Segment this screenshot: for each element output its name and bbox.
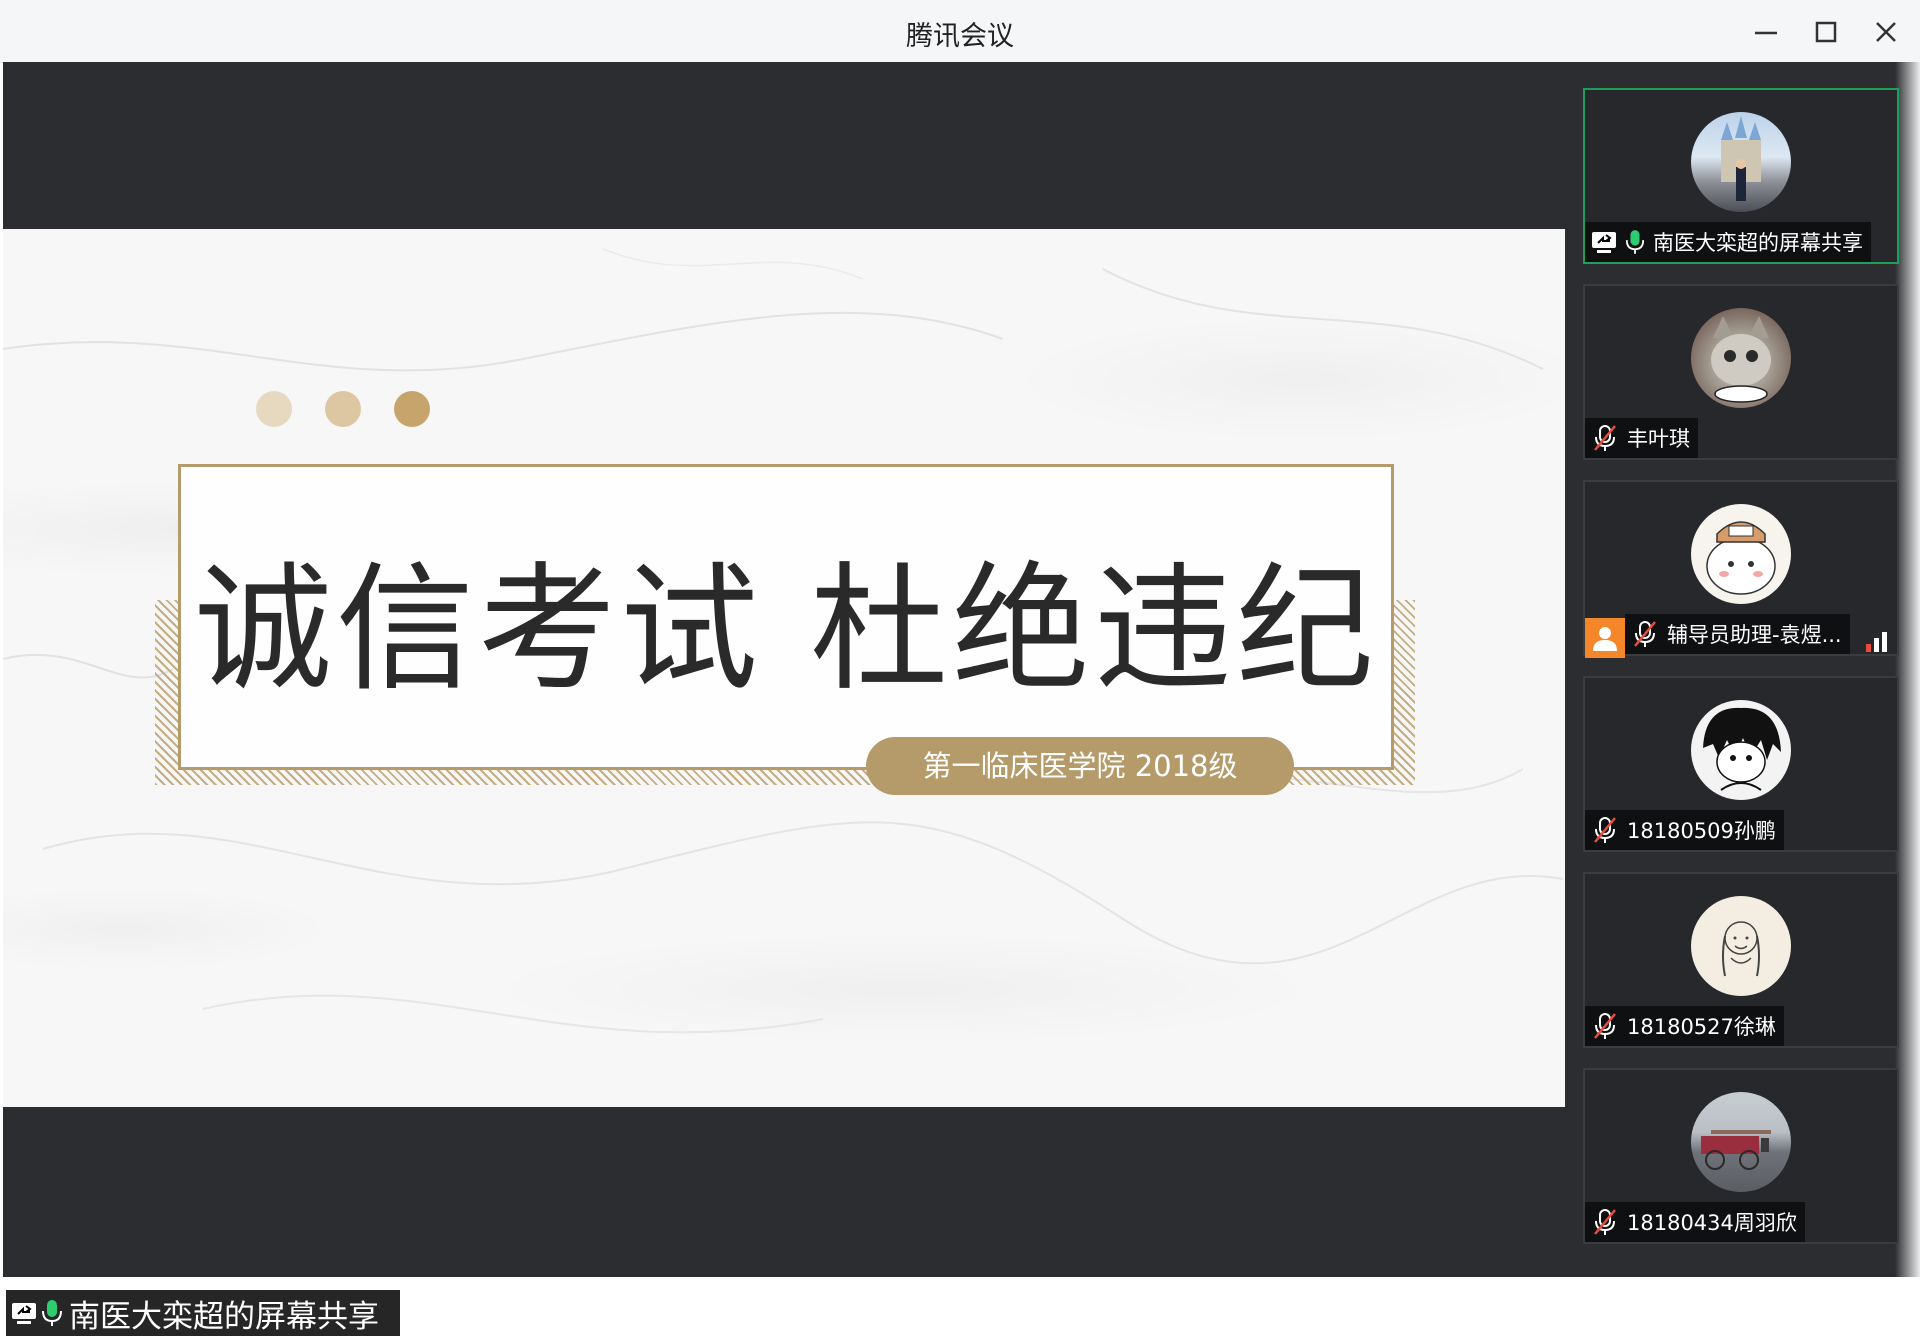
participant-name-tag: 18180527徐琳 bbox=[1585, 1006, 1784, 1046]
microphone-muted-icon bbox=[1591, 816, 1619, 844]
participant-name-tag: 南医大栾超的屏幕共享 bbox=[1585, 222, 1871, 262]
screen-share-view: 诚信考试 杜绝违纪 第一临床医学院 2018级 南医大栾超的屏幕共享 bbox=[3, 62, 1565, 1336]
microphone-muted-icon bbox=[1591, 1208, 1619, 1236]
minimize-button[interactable] bbox=[1746, 12, 1786, 52]
sharer-label-bar: 南医大栾超的屏幕共享 bbox=[6, 1290, 400, 1336]
decor-dot bbox=[256, 391, 292, 427]
participant-tile[interactable]: 18180434周羽欣 bbox=[1583, 1068, 1899, 1244]
avatar bbox=[1691, 1092, 1791, 1192]
avatar bbox=[1691, 504, 1791, 604]
participant-name: 南医大栾超的屏幕共享 bbox=[1653, 231, 1863, 255]
microphone-muted-icon bbox=[1631, 620, 1659, 648]
slide-title: 诚信考试 杜绝违纪 bbox=[194, 549, 1378, 710]
title-frame: 诚信考试 杜绝违纪 bbox=[178, 464, 1394, 770]
presentation-slide: 诚信考试 杜绝违纪 第一临床医学院 2018级 bbox=[3, 229, 1565, 1107]
microphone-icon bbox=[1625, 229, 1645, 255]
screen-share-icon bbox=[1591, 229, 1617, 255]
close-icon bbox=[1876, 22, 1896, 42]
decor-dot bbox=[325, 391, 361, 427]
avatar bbox=[1691, 112, 1791, 212]
screen-share-icon bbox=[11, 1300, 37, 1326]
signal-strength-icon bbox=[1866, 632, 1887, 652]
avatar bbox=[1691, 896, 1791, 996]
participant-name: 丰叶琪 bbox=[1627, 427, 1690, 451]
microphone-icon bbox=[41, 1299, 63, 1327]
minimize-icon bbox=[1755, 31, 1777, 35]
participant-name-tag: 丰叶琪 bbox=[1585, 418, 1698, 458]
participant-name-tag: 18180434周羽欣 bbox=[1585, 1202, 1805, 1242]
participant-tile[interactable]: 18180527徐琳 bbox=[1583, 872, 1899, 1048]
participant-name-tag: 辅导员助理-袁煜... bbox=[1625, 614, 1850, 654]
title-bar: 腾讯会议 bbox=[0, 0, 1920, 63]
user-icon bbox=[1593, 627, 1617, 651]
close-button[interactable] bbox=[1866, 12, 1906, 52]
participant-tile[interactable]: 南医大栾超的屏幕共享 bbox=[1583, 88, 1899, 264]
participant-sidebar: 南医大栾超的屏幕共享 丰叶琪 辅导员助理-袁煜... 18180509孙鹏 18… bbox=[1565, 62, 1920, 1277]
sharer-name: 南医大栾超的屏幕共享 bbox=[69, 1298, 379, 1335]
decor-dot bbox=[394, 391, 430, 427]
participant-name: 18180434周羽欣 bbox=[1627, 1211, 1797, 1235]
participant-name: 辅导员助理-袁煜... bbox=[1667, 623, 1842, 647]
avatar bbox=[1691, 308, 1791, 408]
participant-tile[interactable]: 辅导员助理-袁煜... bbox=[1583, 480, 1899, 658]
microphone-muted-icon bbox=[1591, 1012, 1619, 1040]
participant-tile[interactable]: 18180509孙鹏 bbox=[1583, 676, 1899, 852]
maximize-button[interactable] bbox=[1806, 12, 1846, 52]
shared-screen-area: 诚信考试 杜绝违纪 第一临床医学院 2018级 南医大栾超的屏幕共享 bbox=[3, 62, 1565, 1336]
participant-name: 18180527徐琳 bbox=[1627, 1015, 1776, 1039]
slide-subtitle: 第一临床医学院 2018级 bbox=[866, 737, 1294, 795]
maximize-icon bbox=[1815, 21, 1837, 43]
window-title: 腾讯会议 bbox=[906, 21, 1014, 52]
participant-tile[interactable]: 丰叶琪 bbox=[1583, 284, 1899, 460]
participant-name: 18180509孙鹏 bbox=[1627, 819, 1776, 843]
microphone-muted-icon bbox=[1591, 424, 1619, 452]
user-badge bbox=[1585, 618, 1625, 658]
participant-name-tag: 18180509孙鹏 bbox=[1585, 810, 1784, 850]
avatar bbox=[1691, 700, 1791, 800]
